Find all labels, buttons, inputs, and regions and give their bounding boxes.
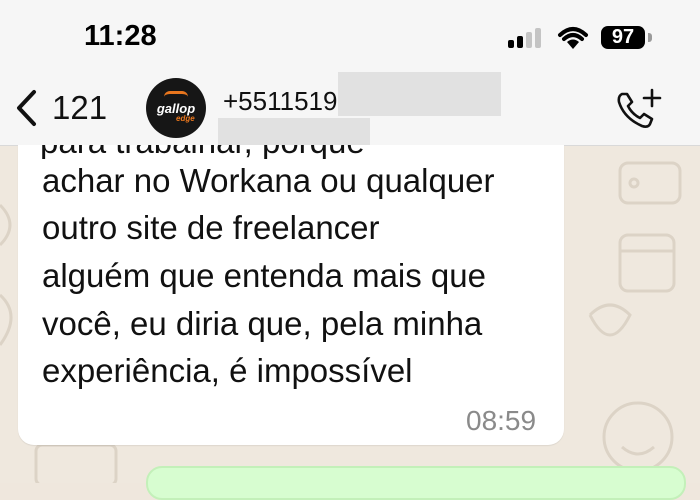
outgoing-message-bubble[interactable] [146, 466, 686, 500]
logo-mark [164, 91, 188, 104]
contact-name[interactable]: +5511519 [223, 86, 337, 117]
message-line: outro site de freelancer [42, 209, 380, 246]
add-call-icon[interactable] [614, 88, 662, 132]
avatar-logo-subtext: edge [176, 114, 195, 123]
battery-tip [648, 33, 652, 42]
wifi-icon [558, 27, 588, 49]
message-cut-text: para trabalhar, porque [40, 145, 365, 159]
doodle-icon [588, 303, 632, 337]
back-button[interactable]: 121 [14, 88, 107, 128]
unread-count: 121 [52, 89, 108, 126]
cellular-signal-icon [508, 28, 541, 48]
message-timestamp: 08:59 [466, 405, 537, 436]
message-line: experiência, é impossível [42, 352, 413, 389]
contact-avatar[interactable]: gallop edge [146, 78, 206, 138]
message-cut-line: para trabalhar, porque [18, 145, 564, 159]
status-time: 11:28 [84, 20, 157, 52]
doodle-icon [618, 161, 682, 205]
chat-header: 11:28 97 121 gallop edge +5511519 [0, 0, 700, 146]
redaction-box [338, 72, 501, 116]
message-line: você, eu diria que, pela minha [42, 305, 483, 342]
message-line: alguém que entenda mais que [42, 257, 486, 294]
calendar-doodle-icon [618, 233, 676, 293]
redaction-box [218, 118, 370, 145]
chevron-left-icon [17, 90, 36, 126]
battery-level: 97 [601, 26, 645, 49]
message-line: achar no Workana ou qualquer [42, 162, 495, 199]
